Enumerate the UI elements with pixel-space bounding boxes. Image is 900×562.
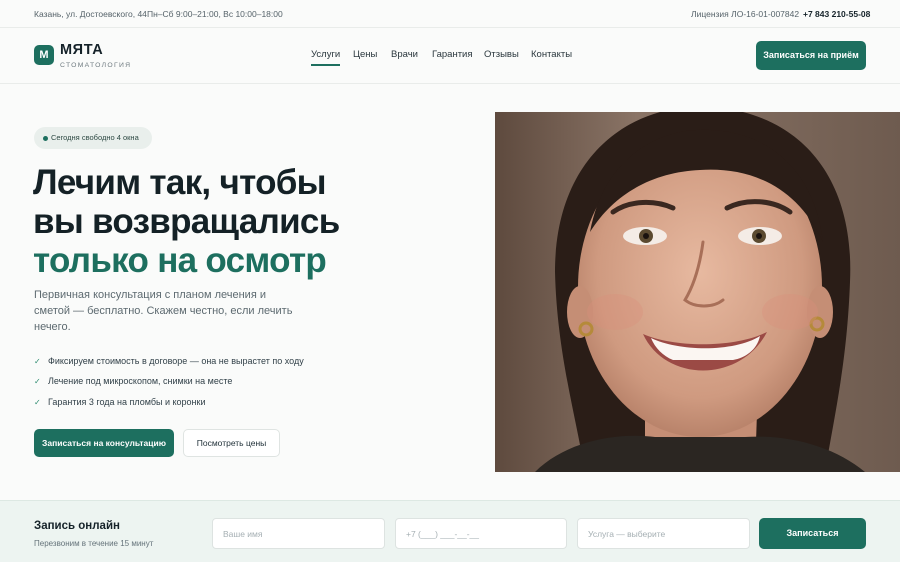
nav-item-doctors[interactable]: Врачи xyxy=(391,49,418,60)
booking-subtitle: Перезвоним в течение 15 минут xyxy=(34,539,154,548)
hero-lead-line-2: сметой — бесплатно. Скажем честно, если … xyxy=(34,305,293,317)
view-prices-button[interactable]: Посмотреть цены xyxy=(183,429,280,457)
submit-booking-button[interactable]: Записаться xyxy=(759,518,866,549)
benefit-text: Лечение под микроскопом, снимки на месте xyxy=(48,376,233,386)
check-icon: ✓ xyxy=(34,377,41,386)
book-consultation-button[interactable]: Записаться на консультацию xyxy=(34,429,174,457)
benefit-text: Фиксируем стоимость в договоре — она не … xyxy=(48,356,304,366)
benefit-item: ✓ Гарантия 3 года на пломбы и коронки xyxy=(34,397,205,407)
phone-link[interactable]: +7 843 210-55-08 xyxy=(803,9,870,19)
booking-title: Запись онлайн xyxy=(34,520,120,532)
phone-input[interactable] xyxy=(395,518,567,549)
hero-title-line-1: Лечим так, чтобы xyxy=(33,163,327,202)
benefit-item: ✓ Лечение под микроскопом, снимки на мест… xyxy=(34,376,232,386)
top-info-bar: Казань, ул. Достоевского, 44 Пн–Сб 9:00–… xyxy=(0,0,900,28)
book-appointment-button[interactable]: Записаться на приём xyxy=(756,41,866,70)
hero-title-line-2: вы возвращались xyxy=(33,202,340,241)
check-icon: ✓ xyxy=(34,357,41,366)
hero-portrait-photo xyxy=(495,112,900,472)
nav-item-reviews[interactable]: Отзывы xyxy=(484,49,519,60)
service-select[interactable] xyxy=(577,518,750,549)
availability-text: Сегодня свободно 4 окна xyxy=(51,133,139,142)
benefit-item: ✓ Фиксируем стоимость в договоре — она не… xyxy=(34,356,304,366)
nav-item-prices[interactable]: Цены xyxy=(353,49,377,60)
nav-item-guarantee[interactable]: Гарантия xyxy=(432,49,473,60)
logo-subtitle: стоматология xyxy=(60,62,132,69)
nav-item-services[interactable]: Услуги xyxy=(311,49,341,66)
hero-lead-line-3: нечего. xyxy=(34,321,71,333)
check-icon: ✓ xyxy=(34,398,41,407)
hours-text: Пн–Сб 9:00–21:00, Вс 10:00–18:00 xyxy=(147,9,283,19)
site-header: М МЯТА стоматология Услуги Цены Врачи Га… xyxy=(0,28,900,84)
status-dot-icon xyxy=(43,136,48,141)
availability-badge: Сегодня свободно 4 окна xyxy=(34,127,152,149)
benefit-text: Гарантия 3 года на пломбы и коронки xyxy=(48,397,206,407)
hero-lead-line-1: Первичная консультация с планом лечения … xyxy=(34,289,266,301)
online-booking-bar: Запись онлайн Перезвоним в течение 15 ми… xyxy=(0,500,900,562)
logo-name[interactable]: МЯТА xyxy=(60,42,103,58)
hero-title-line-3: только на осмотр xyxy=(33,241,327,280)
name-input[interactable] xyxy=(212,518,385,549)
portrait-illustration xyxy=(495,112,900,472)
logo-icon[interactable]: М xyxy=(34,45,54,65)
license-text: Лицензия ЛО-16-01-007842 xyxy=(691,9,800,19)
address-text: Казань, ул. Достоевского, 44 xyxy=(34,9,147,19)
nav-item-contacts[interactable]: Контакты xyxy=(531,49,572,60)
